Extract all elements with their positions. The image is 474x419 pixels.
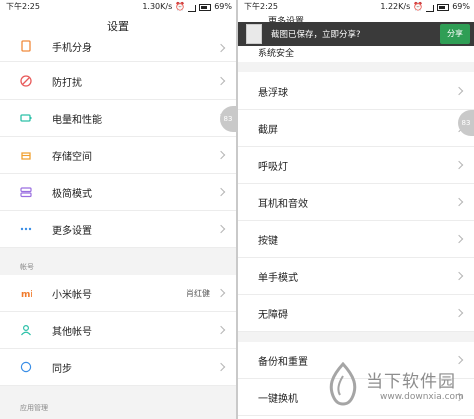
row-label: 耳机和音效 (258, 198, 308, 210)
section-header-apps: 应用管理 (0, 386, 236, 419)
watermark-url: www.downxia.com (380, 392, 464, 402)
status-right: 1.30K/s ⏰ 69% (142, 0, 232, 14)
watermark: 当下软件园 www.downxia.com (324, 360, 474, 412)
row-label: 极简模式 (52, 188, 92, 200)
chevron-right-icon (216, 187, 226, 197)
more-row-floating-ball[interactable]: 悬浮球 (238, 73, 474, 110)
group-gap (238, 332, 474, 342)
group-gap (238, 62, 474, 72)
chevron-right-icon (216, 43, 226, 52)
row-label: 截屏 (258, 124, 278, 136)
row-label: 存储空间 (52, 151, 92, 163)
settings-row-sync[interactable]: 同步 (0, 349, 236, 386)
chevron-right-icon (216, 288, 226, 298)
section-title: 帐号 (20, 263, 34, 271)
settings-screen: 下午2:25 1.30K/s ⏰ 69% 设置 手机分身 防打扰 电量和性能 存… (0, 0, 236, 419)
status-time: 下午2:25 (244, 2, 278, 11)
do-not-disturb-icon (20, 75, 32, 87)
chevron-right-icon (216, 224, 226, 234)
section-title: 应用管理 (20, 404, 48, 412)
more-icon (20, 223, 32, 235)
screenshot-toast[interactable]: 截图已保存，立即分享? 分享 (238, 22, 474, 46)
status-bar: 下午2:25 1.22K/s ⏰ 69% (238, 0, 474, 14)
more-row-accessibility[interactable]: 无障碍 (238, 295, 474, 332)
row-label: 手机分身 (52, 43, 92, 54)
row-label-partial: 系统安全 (258, 49, 295, 59)
watermark-title: 当下软件园 (366, 372, 456, 392)
settings-row-battery[interactable]: 电量和性能 (0, 100, 236, 137)
status-time: 下午2:25 (6, 2, 40, 11)
clone-icon (20, 40, 32, 52)
row-label: 单手模式 (258, 272, 298, 284)
svg-text:mi: mi (21, 290, 32, 299)
storage-icon (20, 149, 32, 161)
watermark-logo-icon (329, 362, 357, 406)
more-settings-screen: 下午2:25 1.22K/s ⏰ 69% 更多设置 系统安全 截图已保存，立即分… (238, 0, 474, 419)
row-label: 一键换机 (258, 393, 298, 405)
chevron-right-icon (216, 76, 226, 86)
chevron-right-icon (454, 234, 464, 244)
screenshot-thumbnail[interactable] (246, 24, 262, 44)
status-bar: 下午2:25 1.30K/s ⏰ 69% (0, 0, 236, 14)
settings-row-more[interactable]: 更多设置 (0, 211, 236, 248)
settings-row-simple-mode[interactable]: 极简模式 (0, 174, 236, 211)
account-name: 肖红健 (186, 288, 210, 298)
row-label: 悬浮球 (258, 87, 288, 99)
alarm-icon: ⏰ (175, 2, 186, 11)
status-right: 1.22K/s ⏰ 69% (380, 0, 470, 14)
battery-percent: 69% (214, 2, 232, 11)
toast-message: 截图已保存，立即分享? (271, 30, 361, 40)
chevron-right-icon (454, 197, 464, 207)
settings-row-dnd[interactable]: 防打扰 (0, 63, 236, 100)
row-label: 其他帐号 (52, 326, 92, 338)
chevron-right-icon (216, 150, 226, 160)
signal-icon (426, 5, 435, 12)
battery-status-icon (437, 4, 450, 11)
settings-row-storage[interactable]: 存储空间 (0, 137, 236, 174)
chevron-right-icon (216, 325, 226, 335)
row-label: 备份和重置 (258, 356, 308, 368)
more-row-headphones[interactable]: 耳机和音效 (238, 184, 474, 221)
settings-row-other-accounts[interactable]: 其他帐号 (0, 312, 236, 349)
battery-percent: 69% (452, 2, 470, 11)
section-header-account: 帐号 (0, 248, 236, 275)
row-label: 呼吸灯 (258, 161, 288, 173)
chevron-right-icon (216, 362, 226, 372)
more-row-one-handed[interactable]: 单手模式 (238, 258, 474, 295)
alarm-icon: ⏰ (413, 2, 424, 11)
simple-mode-icon (20, 186, 32, 198)
row-label: 电量和性能 (52, 114, 102, 126)
battery-icon (20, 112, 32, 124)
more-row-notification-light[interactable]: 呼吸灯 (238, 147, 474, 184)
share-button[interactable]: 分享 (440, 24, 470, 44)
net-speed: 1.30K/s (142, 2, 173, 11)
row-label: 无障碍 (258, 309, 288, 321)
mi-logo-icon: mi (20, 287, 32, 299)
settings-row-mi-account[interactable]: mi 小米帐号 肖红健 (0, 275, 236, 312)
more-row-screenshot[interactable]: 截屏 (238, 110, 474, 147)
row-label: 更多设置 (52, 225, 92, 237)
account-icon (20, 324, 32, 336)
sync-icon (20, 361, 32, 373)
row-label: 小米帐号 (52, 289, 92, 301)
chevron-right-icon (454, 308, 464, 318)
row-label: 按键 (258, 235, 278, 247)
row-label: 防打扰 (52, 77, 82, 89)
settings-row-clone[interactable]: 手机分身 (0, 34, 236, 62)
more-row-buttons[interactable]: 按键 (238, 221, 474, 258)
chevron-right-icon (454, 160, 464, 170)
chevron-right-icon (454, 86, 464, 96)
row-label: 同步 (52, 363, 72, 375)
signal-icon (188, 5, 197, 12)
chevron-right-icon (454, 271, 464, 281)
screenshot-composite: 下午2:25 1.30K/s ⏰ 69% 设置 手机分身 防打扰 电量和性能 存… (0, 0, 474, 419)
net-speed: 1.22K/s (380, 2, 411, 11)
battery-status-icon (199, 4, 212, 11)
